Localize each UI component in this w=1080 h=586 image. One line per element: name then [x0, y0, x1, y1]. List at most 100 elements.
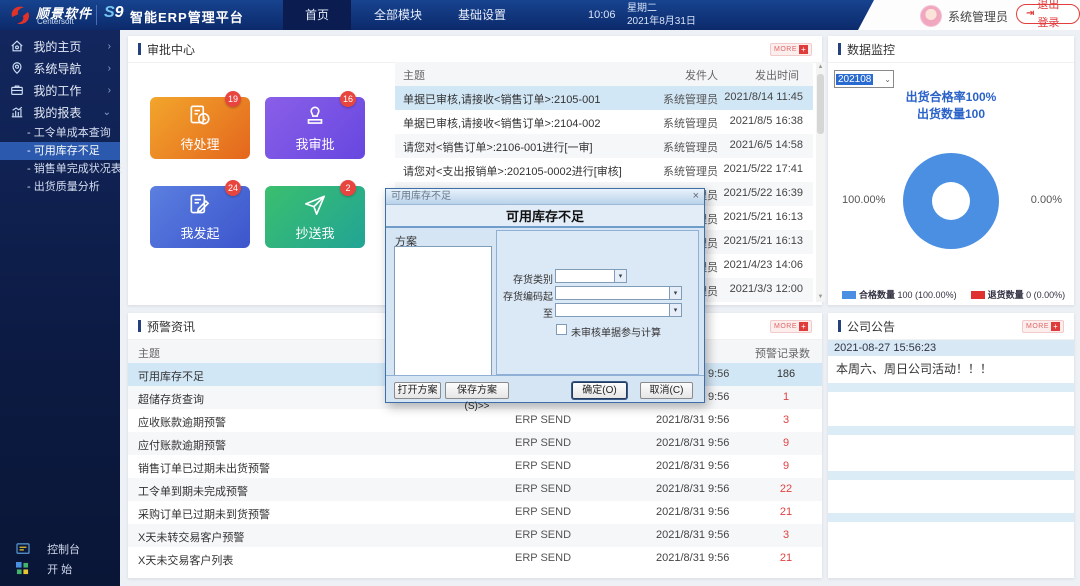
chevron-right-icon: › — [107, 41, 111, 52]
panel-accent — [138, 320, 141, 332]
initiated-count-badge: 24 — [225, 180, 241, 196]
brand-divider — [96, 5, 97, 25]
table-row[interactable]: X天未转交易客户预警 ERP SEND 2021/8/31 9:56 3 — [128, 524, 822, 547]
clock-doc-icon — [187, 103, 213, 134]
stock-code-from-label: 存货编码起 — [503, 292, 553, 303]
start-button[interactable]: 开 始 — [0, 560, 120, 580]
unaudited-checkbox[interactable] — [556, 324, 567, 335]
sidebar-item-system-nav[interactable]: 系统导航 › — [0, 58, 120, 80]
panel-accent — [138, 43, 141, 55]
sidebar-subitem-shipment-quality[interactable]: - 出货质量分析 — [0, 178, 120, 196]
sidebar-subitem-work-order-cost[interactable]: - 工令单成本查询 — [0, 124, 120, 142]
nav-tab-home[interactable]: 首页 — [283, 0, 351, 30]
dropdown-button[interactable]: ▾ — [669, 286, 682, 300]
approval-table-header: 主题 发件人 发出时间 — [395, 62, 813, 86]
notice-more-button[interactable]: MORE + — [1022, 319, 1064, 333]
approval-more-button[interactable]: MORE + — [770, 42, 812, 56]
plus-icon: + — [1051, 321, 1060, 331]
alerts-more-button[interactable]: MORE + — [770, 319, 812, 333]
tile-cc-to-me[interactable]: 2 抄送我 — [265, 180, 365, 248]
send-icon — [302, 192, 328, 223]
table-row[interactable]: 销售订单已过期未出货预警 ERP SEND 2021/8/31 9:56 9 — [128, 455, 822, 478]
scroll-up-icon[interactable]: ▲ — [816, 62, 825, 72]
donut-left-label: 100.00% — [842, 194, 886, 206]
stock-code-to-label: 至 — [543, 309, 553, 320]
empty-notice-row — [828, 426, 1074, 435]
start-icon — [16, 562, 30, 582]
home-icon — [11, 40, 23, 52]
scheme-listbox[interactable] — [394, 246, 492, 376]
table-row[interactable]: 工令单到期未完成预警 ERP SEND 2021/8/31 9:56 22 — [128, 478, 822, 501]
table-row[interactable]: 采购订单已过期未到货预警 ERP SEND 2021/8/31 9:56 21 — [128, 501, 822, 524]
data-monitor-panel: 数据监控 202108 ⌄ 出货合格率100% 出货数量100 100.00% … — [828, 36, 1074, 305]
dialog-titlebar[interactable]: 可用库存不足 — [386, 189, 704, 205]
tile-my-approvals[interactable]: 16 我审批 — [265, 91, 365, 159]
stock-shortage-dialog: 可用库存不足 × 可用库存不足 方案 存货类别 ▾ 存货编码起 ▾ 至 ▾ 未审… — [385, 188, 705, 412]
chart-icon — [11, 106, 23, 118]
table-row[interactable]: 单据已审核,请接收<销售订单>:2104-002 系统管理员 2021/8/5 16… — [395, 110, 813, 134]
sidebar-subitem-sales-completion[interactable]: - 销售单完成状况表 — [0, 160, 122, 178]
cancel-button[interactable]: 取消(C) — [640, 382, 693, 399]
legend-item-pass: 合格数量 100 (100.00%) — [842, 288, 957, 301]
brand-name-en: Centersoft — [37, 17, 74, 26]
alerts-panel-title: 预警资讯 — [147, 319, 196, 334]
scroll-down-icon[interactable]: ▼ — [816, 292, 825, 302]
console-button[interactable]: 控制台 — [0, 540, 120, 560]
company-notice-panel: 公司公告 MORE + 2021-08-27 15:56:23 本周六、周日公司… — [828, 313, 1074, 578]
stamp-icon — [302, 103, 328, 134]
legend-swatch — [970, 291, 985, 299]
scrollbar-thumb[interactable] — [817, 74, 824, 134]
close-icon[interactable]: × — [693, 190, 699, 202]
stock-code-to-input[interactable] — [555, 303, 670, 317]
save-scheme-button[interactable]: 保存方案(S)>> — [445, 382, 509, 412]
notice-timestamp: 2021-08-27 15:56:23 — [828, 340, 1074, 356]
ok-button[interactable]: 确定(O) — [572, 382, 627, 399]
username: 系统管理员 — [948, 10, 1009, 24]
ship-qty-text: 出货数量100 — [916, 107, 986, 121]
weekday: 星期二 — [627, 3, 657, 14]
sidebar-subitem-available-stock-shortage[interactable]: - 可用库存不足 — [0, 142, 120, 160]
avatar[interactable] — [920, 5, 942, 27]
dialog-button-bar: 打开方案 保存方案(S)>> 确定(O) 取消(C) — [386, 375, 704, 412]
console-icon — [16, 542, 30, 562]
dropdown-button[interactable]: ▾ — [669, 303, 682, 317]
cc-count-badge: 2 — [340, 180, 356, 196]
sidebar-item-my-reports[interactable]: 我的报表 ⌄ — [0, 102, 120, 124]
unaudited-checkbox-label: 未审核单据参与计算 — [571, 328, 661, 339]
table-row[interactable]: 请您对<销售订单>:2106-001进行[一审] 系统管理员 2021/6/5 14… — [395, 134, 813, 158]
sidebar-item-my-home[interactable]: 我的主页 › — [0, 36, 120, 58]
briefcase-icon — [11, 85, 23, 95]
table-row[interactable]: 单据已审核,请接收<销售订单>:2105-001 系统管理员 2021/8/14 1… — [395, 86, 813, 110]
approval-scrollbar[interactable]: ▲ ▼ — [816, 62, 825, 302]
period-select[interactable]: 202108 ⌄ — [834, 70, 894, 88]
sidebar: 我的主页 › 系统导航 › 我的工作 › 我的报表 ⌄ - 工令单成本查询 - … — [0, 30, 122, 586]
plus-icon: + — [799, 321, 808, 331]
logout-button[interactable]: ⇥ 退出登录 — [1016, 0, 1080, 29]
chevron-right-icon: › — [107, 85, 111, 96]
stock-code-from-input[interactable] — [555, 286, 670, 300]
legend-swatch — [842, 291, 856, 299]
pin-icon — [12, 62, 22, 75]
logout-icon: ⇥ — [1026, 8, 1035, 19]
sidebar-item-my-work[interactable]: 我的工作 › — [0, 80, 120, 102]
tile-pending[interactable]: 19 待处理 — [150, 91, 250, 159]
nav-tab-all-modules[interactable]: 全部模块 — [356, 0, 440, 30]
edit-doc-icon — [187, 192, 213, 223]
dropdown-button[interactable]: ▾ — [614, 269, 627, 283]
main-content: 审批中心 MORE + 19 待处理 16 我审批 24 我发起 2 抄送我 主… — [120, 30, 1080, 586]
topbar-user-area: 系统管理员 ⇥ 退出登录 — [858, 0, 1080, 30]
stock-category-input[interactable] — [555, 269, 615, 283]
date-block: 星期二 2021年8月31日 — [627, 2, 696, 28]
table-row[interactable]: 应付账款逾期预警 ERP SEND 2021/8/31 9:56 9 — [128, 432, 822, 455]
open-scheme-button[interactable]: 打开方案 — [394, 382, 441, 399]
donut-chart — [903, 153, 999, 249]
topbar: 顺景软件 Centersoft S9 智能ERP管理平台 首页 全部模块 基础设… — [0, 0, 1080, 30]
donut-right-label: 0.00% — [1030, 194, 1062, 206]
table-row[interactable]: X天未交易客户列表 ERP SEND 2021/8/31 9:56 21 — [128, 547, 822, 570]
table-row[interactable]: 请您对<支出报销单>:202105-0002进行[审核] 系统管理员 2021/5/… — [395, 158, 813, 182]
pass-rate-text: 出货合格率100% — [905, 90, 997, 104]
notice-content[interactable]: 本周六、周日公司活动！！！ — [828, 356, 1074, 382]
tile-initiated-by-me[interactable]: 24 我发起 — [150, 180, 250, 248]
chevron-right-icon: › — [107, 63, 111, 74]
nav-tab-basic-settings[interactable]: 基础设置 — [440, 0, 524, 30]
